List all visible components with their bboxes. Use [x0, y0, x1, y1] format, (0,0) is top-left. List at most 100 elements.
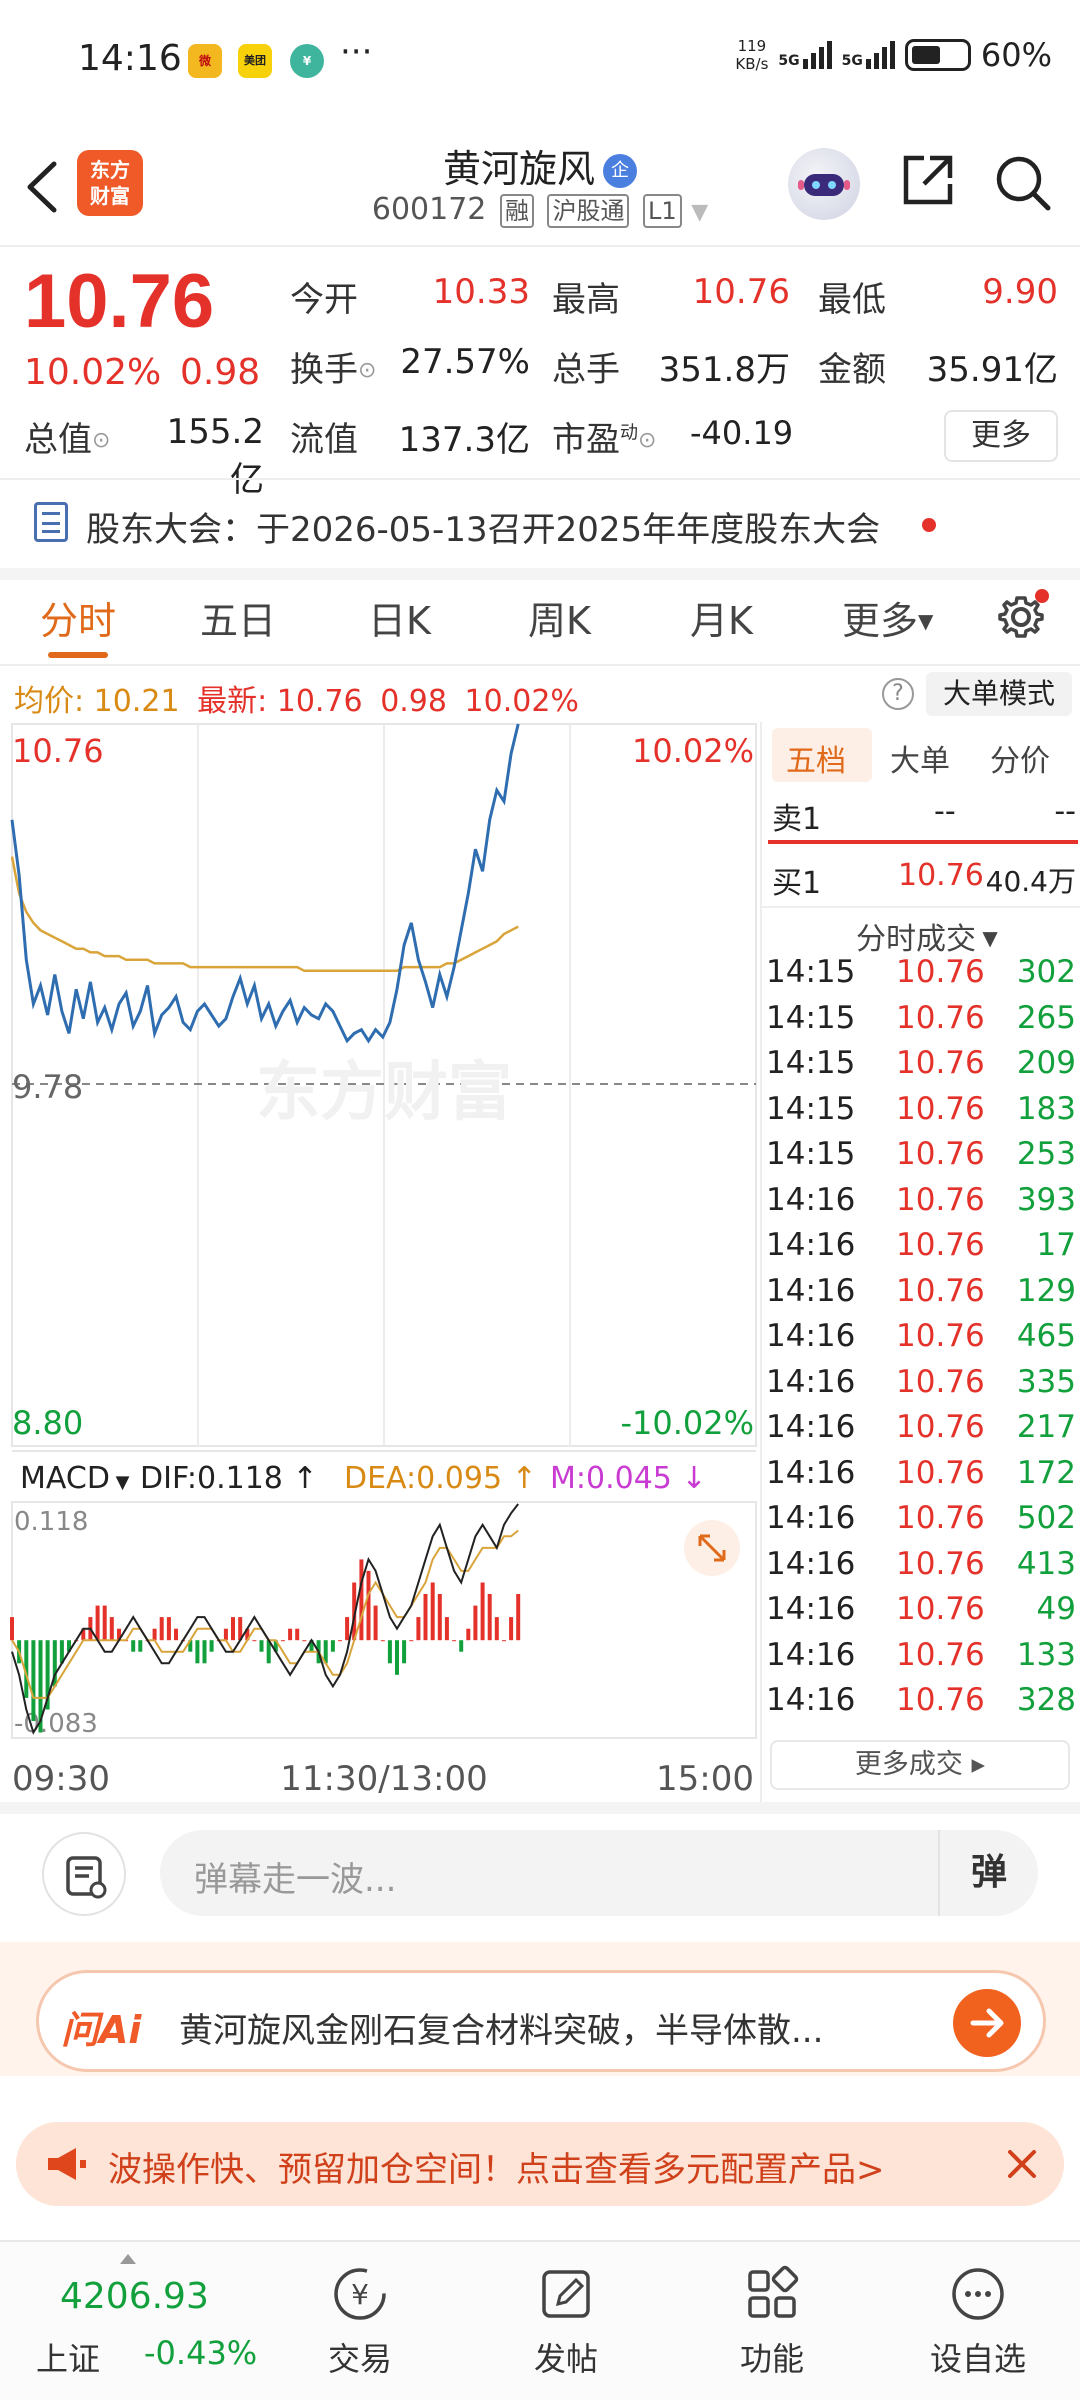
macd-bar: [423, 1594, 428, 1641]
danmaku-placeholder: 弹幕走一波...: [194, 1860, 397, 1900]
nav-functions[interactable]: 功能: [702, 2252, 842, 2380]
unread-dot: [922, 518, 936, 532]
more-trades-button[interactable]: 更多成交 ▸: [770, 1740, 1070, 1790]
macd-bar: [159, 1617, 164, 1641]
macd-bar: [437, 1594, 442, 1641]
sell1-label: 卖1: [772, 802, 822, 837]
danmaku-toggle-button[interactable]: 弹: [938, 1830, 1038, 1916]
big-order-mode-button[interactable]: 大单模式: [926, 672, 1072, 716]
trade-time: 14:16: [766, 1363, 856, 1400]
chart-info-row: 均价: 10.21 最新: 10.76 0.98 10.02%: [14, 676, 579, 720]
trade-yen-icon: ¥: [334, 2268, 386, 2320]
tab-five-levels[interactable]: 五档: [786, 736, 846, 780]
sell1-row: 卖1 -- --: [768, 794, 1078, 837]
tab-intraday[interactable]: 分时: [40, 590, 116, 645]
axis-top-pct: 10.02%: [632, 732, 754, 770]
trade-volume: 49: [1036, 1591, 1076, 1627]
trade-price: 10.76: [896, 1454, 985, 1491]
turnover-label: 换手⊙: [290, 350, 377, 390]
trade-row: 14:16 10.76 49: [766, 1591, 1078, 1637]
trade-volume: 129: [1016, 1272, 1076, 1309]
notice-bar[interactable]: 股东大会：于2026-05-13召开2025年年度股东大会: [0, 480, 1080, 568]
nav-trade-label: 交易: [327, 2340, 392, 2378]
nav-post-label: 发帖: [533, 2340, 598, 2378]
index-value[interactable]: 4206.93: [60, 2276, 209, 2317]
macd-bar: [195, 1640, 200, 1664]
nav-watchlist[interactable]: 设自选: [908, 2252, 1048, 2380]
trade-time: 14:16: [766, 1409, 856, 1445]
nav-post[interactable]: 发帖: [496, 2252, 636, 2380]
latest-change: 0.98: [380, 684, 447, 719]
tab-price-volume[interactable]: 分价: [990, 736, 1050, 780]
trade-price: 10.76: [896, 1500, 985, 1536]
status-time: 14:16: [78, 38, 182, 79]
macd-bar: [131, 1640, 136, 1652]
nav-trade[interactable]: ¥ 交易: [290, 2252, 430, 2380]
more-dots-icon: [952, 2268, 1004, 2320]
weibo-icon: 微: [188, 44, 222, 78]
x-label-mid: 11:30/13:00: [280, 1759, 487, 1799]
gear-icon[interactable]: [996, 588, 1050, 642]
back-button[interactable]: [18, 152, 68, 222]
more-quote-button[interactable]: 更多: [944, 410, 1058, 462]
float-value: 137.3亿: [398, 420, 530, 460]
expand-icon[interactable]: [684, 1520, 740, 1576]
trade-time: 14:16: [766, 1545, 856, 1582]
tab-monthly-k[interactable]: 月K: [690, 590, 753, 645]
float-label: 流值: [290, 420, 358, 460]
buy1-label: 买1: [772, 866, 822, 901]
help-icon[interactable]: ?: [882, 678, 914, 710]
info-icon: ⊙: [358, 358, 377, 383]
promo-banner[interactable]: 波操作快、预留加仓空间！点击查看多元配置产品>: [16, 2122, 1064, 2206]
level-tag: L1: [643, 194, 682, 228]
ai-question-box[interactable]: 问Ai 黄河旋风金刚石复合材料突破，半导体散...: [36, 1970, 1046, 2072]
trade-volume: 17: [1036, 1227, 1076, 1263]
macd-bar: [459, 1640, 464, 1652]
macd-bar: [109, 1617, 114, 1641]
trade-time: 14:16: [766, 1636, 856, 1673]
trade-volume: 265: [1016, 999, 1076, 1036]
trade-time: 14:15: [766, 1090, 856, 1127]
tab-big-orders[interactable]: 大单: [890, 736, 950, 780]
tab-five-day[interactable]: 五日: [200, 590, 276, 645]
app-logo: 东方 财富: [77, 150, 143, 216]
danmaku-input[interactable]: 弹幕走一波... 弹: [160, 1830, 1038, 1916]
stock-header: 黄河旋风企 600172 融 沪股通 L1 ▼ 东方 财富: [0, 130, 1080, 245]
divider: [0, 664, 1080, 666]
enterprise-badge: 企: [603, 154, 637, 188]
ai-assistant-avatar[interactable]: [788, 148, 860, 220]
trades-title[interactable]: 分时成交 ▼: [856, 914, 998, 958]
trade-time: 14:16: [766, 1500, 856, 1536]
trade-price: 10.76: [896, 1591, 985, 1627]
tab-weekly-k[interactable]: 周K: [528, 590, 591, 645]
stock-name: 黄河旋风: [442, 147, 595, 191]
caret-up-icon[interactable]: [120, 2254, 136, 2264]
open-value: 10.33: [432, 272, 530, 312]
axis-mid-price: 9.78: [12, 1068, 83, 1106]
amount-label: 金额: [818, 350, 886, 390]
trade-price: 10.76: [896, 1272, 985, 1309]
trade-row: 14:16 10.76 328: [766, 1682, 1078, 1728]
trade-row: 14:16 10.76 172: [766, 1455, 1078, 1501]
turnover-value: 27.57%: [400, 342, 530, 382]
chevron-down-icon: ▼: [691, 200, 709, 225]
ai-go-button[interactable]: [953, 1989, 1021, 2057]
battery-icon: [904, 39, 971, 71]
close-icon[interactable]: [1000, 2142, 1044, 2186]
tab-more[interactable]: 更多▼: [842, 590, 933, 645]
search-icon[interactable]: [992, 152, 1054, 214]
notice-text: 股东大会：于2026-05-13召开2025年年度股东大会: [86, 510, 881, 550]
macd-selector[interactable]: MACD ▼: [20, 1461, 130, 1496]
tab-daily-k[interactable]: 日K: [368, 590, 431, 645]
trade-price: 10.76: [896, 1363, 985, 1400]
comment-list-icon[interactable]: [42, 1832, 126, 1916]
macd-bar: [395, 1640, 399, 1675]
intraday-chart[interactable]: 东方财富 10.76 9.78 8.80 10.02% -10.02% MACD…: [0, 722, 760, 1802]
tab-underline: [48, 652, 108, 658]
share-icon[interactable]: [898, 150, 958, 210]
ai-question-text: 黄河旋风金刚石复合材料突破，半导体散...: [179, 2011, 824, 2051]
trade-volume: 183: [1016, 1090, 1076, 1127]
x-label-close: 15:00: [656, 1759, 754, 1799]
trade-price: 10.76: [896, 1045, 985, 1081]
section-gap: [0, 1802, 1080, 1814]
